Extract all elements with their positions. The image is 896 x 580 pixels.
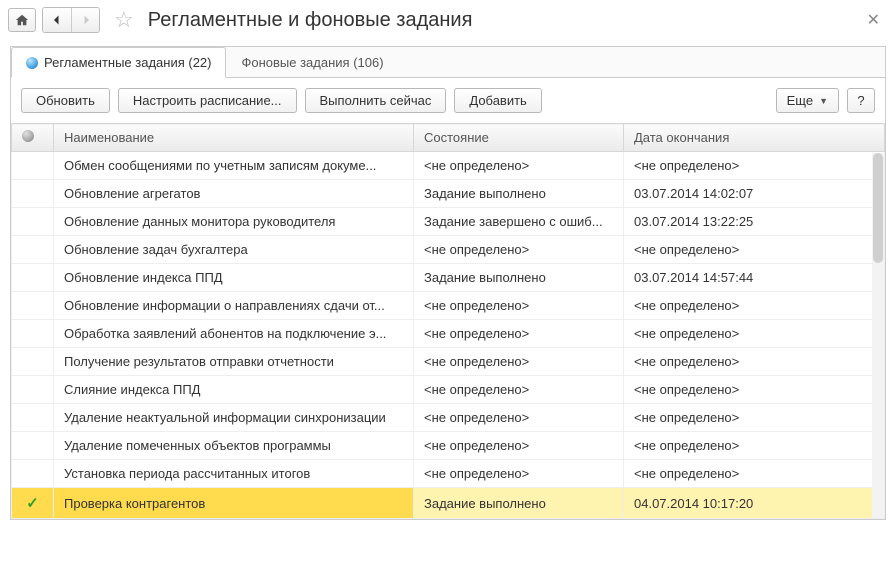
cell-end-date: <не определено> xyxy=(624,292,885,320)
cell-state: <не определено> xyxy=(414,292,624,320)
cell-name: Обновление данных монитора руководителя xyxy=(54,208,414,236)
cell-status-icon xyxy=(12,292,54,320)
cell-end-date: <не определено> xyxy=(624,320,885,348)
table-row[interactable]: Удаление неактуальной информации синхрон… xyxy=(12,404,885,432)
table-row[interactable]: Получение результатов отправки отчетност… xyxy=(12,348,885,376)
more-label: Еще xyxy=(787,93,813,108)
close-button[interactable]: ✕ xyxy=(859,6,888,34)
jobs-table: Наименование Состояние Дата окончания Об… xyxy=(11,123,885,519)
add-button[interactable]: Добавить xyxy=(454,88,541,113)
schedule-button[interactable]: Настроить расписание... xyxy=(118,88,297,113)
tab-label: Регламентные задания (22) xyxy=(44,55,211,70)
cell-state: Задание выполнено xyxy=(414,180,624,208)
cell-end-date: 04.07.2014 10:17:20 xyxy=(624,488,885,519)
cell-name: Слияние индекса ППД xyxy=(54,376,414,404)
col-header-status-icon[interactable] xyxy=(12,124,54,152)
tabs: Регламентные задания (22) Фоновые задания… xyxy=(11,47,885,78)
cell-state: <не определено> xyxy=(414,320,624,348)
back-button[interactable] xyxy=(43,8,71,32)
col-header-end[interactable]: Дата окончания xyxy=(624,124,885,152)
cell-end-date: <не определено> xyxy=(624,460,885,488)
globe-icon xyxy=(26,57,38,69)
cell-status-icon xyxy=(12,152,54,180)
cell-end-date: <не определено> xyxy=(624,236,885,264)
table-row[interactable]: Слияние индекса ППД<не определено><не оп… xyxy=(12,376,885,404)
cell-status-icon xyxy=(12,320,54,348)
cell-status-icon: ✓ xyxy=(12,488,54,519)
cell-name: Удаление неактуальной информации синхрон… xyxy=(54,404,414,432)
cell-name: Обновление задач бухгалтера xyxy=(54,236,414,264)
table-row[interactable]: Обновление агрегатовЗадание выполнено03.… xyxy=(12,180,885,208)
cell-state: Задание завершено с ошиб... xyxy=(414,208,624,236)
cell-status-icon xyxy=(12,264,54,292)
cell-name: Обновление агрегатов xyxy=(54,180,414,208)
cell-state: <не определено> xyxy=(414,348,624,376)
cell-end-date: <не определено> xyxy=(624,152,885,180)
table-row[interactable]: Установка периода рассчитанных итогов<не… xyxy=(12,460,885,488)
refresh-button[interactable]: Обновить xyxy=(21,88,110,113)
cell-end-date: 03.07.2014 14:57:44 xyxy=(624,264,885,292)
globe-grey-icon xyxy=(22,130,34,142)
chevron-down-icon: ▼ xyxy=(819,96,828,106)
cell-name: Обмен сообщениями по учетным записям док… xyxy=(54,152,414,180)
table-row[interactable]: Обмен сообщениями по учетным записям док… xyxy=(12,152,885,180)
home-icon xyxy=(15,13,29,27)
arrow-right-icon xyxy=(80,14,92,26)
cell-name: Установка периода рассчитанных итогов xyxy=(54,460,414,488)
tab-label: Фоновые задания (106) xyxy=(241,55,383,70)
cell-status-icon xyxy=(12,404,54,432)
cell-name: Проверка контрагентов xyxy=(54,488,414,519)
table-row[interactable]: Обновление индекса ППДЗадание выполнено0… xyxy=(12,264,885,292)
cell-status-icon xyxy=(12,348,54,376)
cell-status-icon xyxy=(12,432,54,460)
scrollbar-thumb[interactable] xyxy=(873,153,883,263)
cell-state: <не определено> xyxy=(414,432,624,460)
more-button[interactable]: Еще ▼ xyxy=(776,88,839,113)
cell-status-icon xyxy=(12,208,54,236)
col-header-name[interactable]: Наименование xyxy=(54,124,414,152)
cell-name: Получение результатов отправки отчетност… xyxy=(54,348,414,376)
cell-name: Обновление информации о направлениях сда… xyxy=(54,292,414,320)
cell-state: <не определено> xyxy=(414,404,624,432)
cell-status-icon xyxy=(12,180,54,208)
cell-state: <не определено> xyxy=(414,460,624,488)
forward-button[interactable] xyxy=(71,8,99,32)
vertical-scrollbar[interactable] xyxy=(872,153,884,518)
cell-end-date: 03.07.2014 14:02:07 xyxy=(624,180,885,208)
cell-end-date: <не определено> xyxy=(624,376,885,404)
cell-name: Обработка заявлений абонентов на подключ… xyxy=(54,320,414,348)
cell-status-icon xyxy=(12,460,54,488)
tab-1[interactable]: Фоновые задания (106) xyxy=(226,47,398,78)
toolbar: Обновить Настроить расписание... Выполни… xyxy=(11,78,885,123)
table-row[interactable]: ✓ Проверка контрагентовЗадание выполнено0… xyxy=(12,488,885,519)
home-button[interactable] xyxy=(8,8,36,32)
cell-end-date: <не определено> xyxy=(624,404,885,432)
favorite-star-icon[interactable]: ☆ xyxy=(114,7,134,33)
cell-state: <не определено> xyxy=(414,236,624,264)
cell-end-date: 03.07.2014 13:22:25 xyxy=(624,208,885,236)
cell-end-date: <не определено> xyxy=(624,348,885,376)
table-row[interactable]: Удаление помеченных объектов программы<н… xyxy=(12,432,885,460)
cell-state: <не определено> xyxy=(414,152,624,180)
arrow-left-icon xyxy=(51,14,63,26)
table-row[interactable]: Обновление задач бухгалтера<не определен… xyxy=(12,236,885,264)
cell-state: Задание выполнено xyxy=(414,488,624,519)
table-row[interactable]: Обновление информации о направлениях сда… xyxy=(12,292,885,320)
cell-name: Обновление индекса ППД xyxy=(54,264,414,292)
page-title: Регламентные и фоновые задания xyxy=(148,9,473,32)
cell-status-icon xyxy=(12,376,54,404)
check-icon: ✓ xyxy=(26,495,39,512)
help-button[interactable]: ? xyxy=(847,88,875,113)
table-row[interactable]: Обработка заявлений абонентов на подключ… xyxy=(12,320,885,348)
col-header-state[interactable]: Состояние xyxy=(414,124,624,152)
cell-end-date: <не определено> xyxy=(624,432,885,460)
tab-0[interactable]: Регламентные задания (22) xyxy=(11,47,226,78)
table-row[interactable]: Обновление данных монитора руководителяЗ… xyxy=(12,208,885,236)
cell-state: <не определено> xyxy=(414,376,624,404)
cell-name: Удаление помеченных объектов программы xyxy=(54,432,414,460)
run-now-button[interactable]: Выполнить сейчас xyxy=(305,88,447,113)
cell-status-icon xyxy=(12,236,54,264)
cell-state: Задание выполнено xyxy=(414,264,624,292)
